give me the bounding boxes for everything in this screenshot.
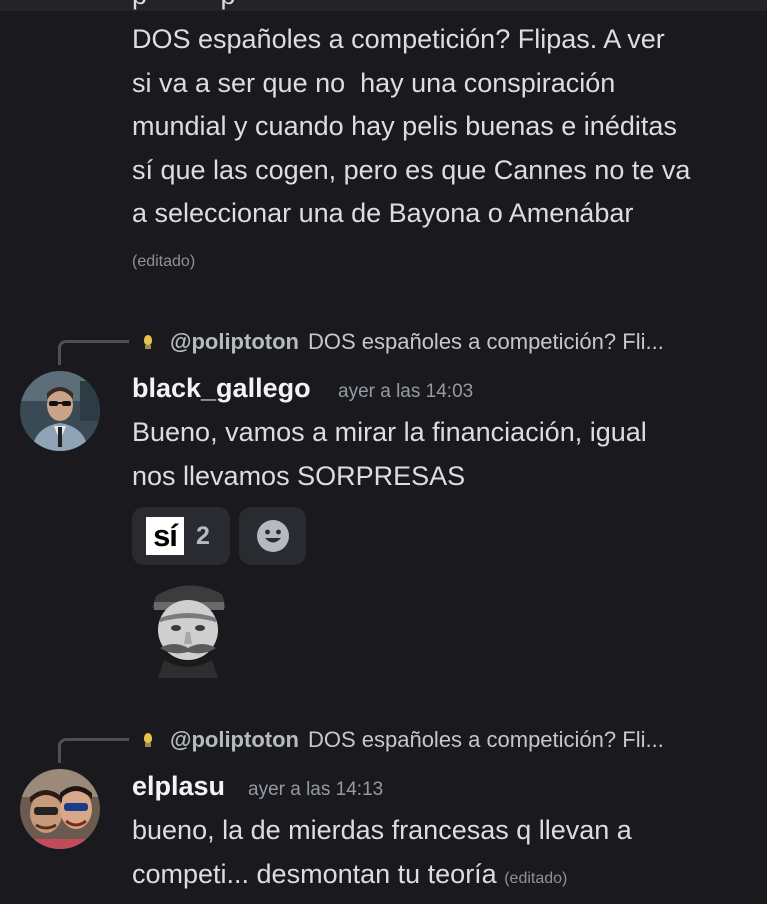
reply-snippet[interactable]: DOS españoles a competición? Fli... <box>308 727 664 753</box>
message-line: competi... desmontan tu teoría <box>132 858 497 889</box>
reply-handle[interactable]: @poliptoton <box>170 727 299 753</box>
message-content: DOS españoles a competición? Flipas. A v… <box>132 24 691 228</box>
username[interactable]: black_gallego <box>132 373 311 404</box>
cutoff-text: p · · · · p <box>132 0 236 11</box>
message-line: bueno, la de mierdas francesas q llevan … <box>132 815 632 845</box>
reply-reference[interactable]: @poliptoton DOS españoles a competición?… <box>138 725 758 755</box>
timestamp[interactable]: ayer a las 14:03 <box>338 381 473 403</box>
edited-label: (editado) <box>132 253 196 270</box>
reply-avatar-icon <box>138 730 158 750</box>
reply-connector <box>58 738 129 763</box>
avatar[interactable] <box>20 371 100 451</box>
sticker-image[interactable] <box>138 578 238 678</box>
edited-label: (editado) <box>504 869 568 887</box>
chat-view: p · · · · p DOS españoles a competición?… <box>0 0 767 904</box>
add-reaction-button[interactable] <box>239 507 306 565</box>
reaction-si[interactable]: sí 2 <box>132 507 230 565</box>
reply-avatar-icon <box>138 332 158 352</box>
reaction-count: 2 <box>196 521 210 550</box>
previous-message-cutoff: p · · · · p <box>0 0 767 11</box>
reply-connector <box>58 340 129 365</box>
message-content: bueno, la de mierdas francesas q llevan … <box>132 809 762 900</box>
timestamp[interactable]: ayer a las 14:13 <box>248 779 383 801</box>
reply-snippet[interactable]: DOS españoles a competición? Fli... <box>308 329 664 355</box>
username[interactable]: elplasu <box>132 771 225 802</box>
avatar[interactable] <box>20 769 100 849</box>
add-reaction-smiley-icon <box>256 520 289 552</box>
message-content: Bueno, vamos a mirar la financiación, ig… <box>132 417 647 491</box>
reply-handle[interactable]: @poliptoton <box>170 329 299 355</box>
reply-reference[interactable]: @poliptoton DOS españoles a competición?… <box>138 327 758 357</box>
si-emoji-icon: sí <box>146 517 184 555</box>
